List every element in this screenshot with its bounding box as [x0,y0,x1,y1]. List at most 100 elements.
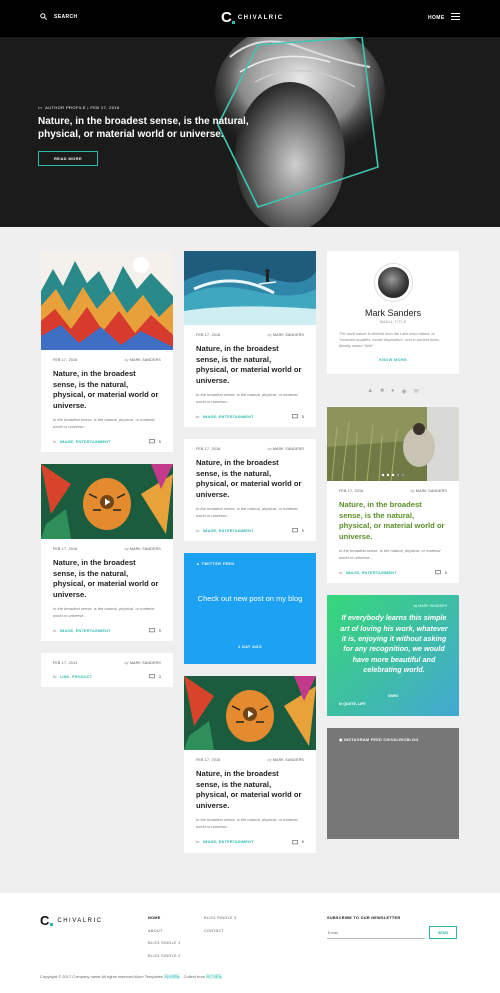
post-title[interactable]: Nature, in the broadest sense, is the na… [196,458,304,500]
comment-count: 5 [301,414,304,419]
quote-tags[interactable]: In QUOTE, LIFE [339,702,366,706]
tweet-time: 1 DAY AGO [238,645,262,650]
post-excerpt: In the broadest sense, is the natural, p… [53,606,155,618]
post-author[interactable]: MARK SANDERS [130,547,161,551]
email-icon[interactable]: ✉ [414,388,419,395]
copyright: Copyright © 2017 Company name All rights… [40,974,223,979]
twitter-feed-card[interactable]: ▲ TWITTER FEED Check out new post on my … [184,553,316,665]
post-date: FEB 17, 2016 [196,333,221,337]
post-card[interactable]: FEB 17, 2013 by MARK SANDERS In LINK, PRO… [41,653,173,688]
post-excerpt: In the broadest sense, is the natural, p… [53,417,155,429]
comment-count: 5 [301,528,304,533]
newsletter-title: SUBSCRIBE TO OUR NEWSLETTER [327,916,401,920]
comment-icon [148,439,155,444]
comment-icon [148,674,155,679]
hero-title[interactable]: Nature, in the broadest sense, is the na… [38,115,268,141]
copyright-link[interactable]: 网页模板 [206,974,222,979]
post-author[interactable]: MARK SANDERS [130,358,161,362]
post-author[interactable]: MARK SANDERS [416,489,447,493]
instagram-icon[interactable]: ◉ [401,388,406,395]
post-excerpt: In the broadest sense, is the natural, p… [196,817,298,829]
post-date: FEB 17, 2016 [53,547,78,552]
search-button[interactable]: SEARCH [40,13,78,20]
profile-subtitle: SMALL TITLE [379,320,407,324]
footer-link-contact[interactable]: CONTACT [204,929,237,933]
hero-read-more-button[interactable]: READ MORE [38,151,98,166]
post-tags[interactable]: IMAGE, ENTERTAINMENT [203,415,254,419]
profile-name: Mark Sanders [364,308,422,318]
search-label: SEARCH [54,13,78,20]
post-tags[interactable]: IMAGE, ENTERTAINMENT [60,629,111,633]
logo-brand: CHIVALRIC [237,14,284,21]
instagram-feed-label: ◉ INSTAGRAM FEED CHIVALRICBLOG [339,738,419,743]
quote-card[interactable]: by MARK SANDERS If everybody learns this… [327,595,459,717]
author-profile-card: Mark Sanders SMALL TITLE The word nature… [327,251,459,374]
post-author[interactable]: MARK SANDERS [130,661,161,665]
post-title[interactable]: Nature, in the broadest sense, is the na… [53,558,161,600]
comment-icon [291,528,298,533]
footer-link-about[interactable]: ABOUT [148,929,181,933]
post-date: FEB 17, 2013 [53,661,78,666]
send-button[interactable]: SEND [429,926,457,939]
surfer-image [184,251,316,325]
footer-links-col2: BLOG SINGLE 3 CONTACT [204,916,237,941]
quote-author[interactable]: by MARK SANDERS [413,604,447,608]
site-logo[interactable]: C CHIVALRIC [221,10,284,25]
quote-text: If everybody learns this simple art of l… [340,613,448,675]
instagram-feed-card[interactable]: ◉ INSTAGRAM FEED CHIVALRICBLOG [327,728,459,840]
instagram-icon: ◉ [339,738,343,743]
post-card[interactable]: FEB 17, 2016 by MARK SANDERS Nature, in t… [41,464,173,642]
post-title[interactable]: Nature, in the broadest sense, is the na… [196,344,304,386]
tweet-text[interactable]: Check out new post on my blog [194,593,306,605]
abstract-art-image [41,251,173,350]
column-middle: FEB 17, 2016 by MARK SANDERS Nature, in t… [184,251,316,865]
twitter-icon[interactable]: ▲ [367,388,373,395]
comment-icon [291,839,298,844]
post-card[interactable]: FEB 17, 2016 by MARK SANDERS Nature, in t… [184,251,316,428]
post-excerpt: In the broadest sense, is the natural, p… [196,392,298,404]
post-card[interactable]: FEB 17, 2016 by MARK SANDERS Nature, in t… [41,251,173,453]
avatar[interactable] [374,264,412,301]
post-title[interactable]: Nature, in the broadest sense, is the na… [53,369,161,411]
post-tags[interactable]: IMAGE, ENTERTAINMENT [203,529,254,533]
comment-icon [291,414,298,419]
post-tags[interactable]: IMAGE, ENTERTAINMENT [60,440,111,444]
post-card[interactable]: FEB 17, 2016 by MARK SANDERS Nature, in t… [184,676,316,853]
know-more-link[interactable]: KNOW MORE [339,358,447,362]
post-date: FEB 17, 2016 [196,758,221,763]
twitter-icon: ▲ [196,562,201,567]
footer-link-blog-single-2[interactable]: BLOG SINGLE 2 [148,954,181,958]
footer-logo[interactable]: C CHIVALRIC [40,913,102,928]
social-links: ▲ ■ ● ◉ ✉ [327,388,459,395]
footer-link-blog-single-1[interactable]: BLOG SINGLE 1 [148,941,181,945]
top-navbar: SEARCH C CHIVALRIC HOME [0,0,500,37]
footer-link-blog-single-3[interactable]: BLOG SINGLE 3 [204,916,237,920]
post-date: FEB 17, 2016 [339,489,364,493]
quote-cite: OSHO [387,694,399,699]
post-tags[interactable]: IMAGE, ENTERTAINMENT [346,571,397,575]
post-card[interactable]: FEB 17, 2016 by MARK SANDERS Nature, in t… [327,407,459,584]
post-author[interactable]: MARK SANDERS [273,758,304,762]
profile-bio: The word nature is derived from the Lati… [339,332,441,348]
email-field[interactable] [327,926,425,939]
post-excerpt: In the broadest sense, is the natural, p… [196,506,298,518]
post-author[interactable]: MARK SANDERS [273,447,304,451]
footer-link-home[interactable]: HOME [148,916,181,920]
hero-banner[interactable]: In AUTHOR PROFILE | FEB 17, 2016 Nature,… [0,37,500,227]
post-title[interactable]: Nature, in the broadest sense, is the na… [339,500,447,542]
post-card[interactable]: FEB 17, 2016 by MARK SANDERS Nature, in t… [184,439,316,542]
post-tags[interactable]: IMAGE, ENTERTAINMENT [203,840,254,844]
post-author[interactable]: MARK SANDERS [273,333,304,337]
post-date: FEB 17, 2016 [53,358,78,362]
menu-icon[interactable] [451,13,460,22]
home-link[interactable]: HOME [428,15,445,21]
post-title[interactable]: Nature, in the broadest sense, is the na… [196,769,304,811]
logo-dot [50,923,54,926]
copyright-link[interactable]: 网站模板 [164,974,180,979]
column-left: FEB 17, 2016 by MARK SANDERS Nature, in t… [41,251,173,699]
comment-count: 3 [158,674,161,679]
facebook-icon[interactable]: ■ [380,388,384,395]
post-tags[interactable]: LINK, PRODUCT [60,675,92,679]
google-plus-icon[interactable]: ● [391,388,395,395]
comment-icon [434,570,441,575]
